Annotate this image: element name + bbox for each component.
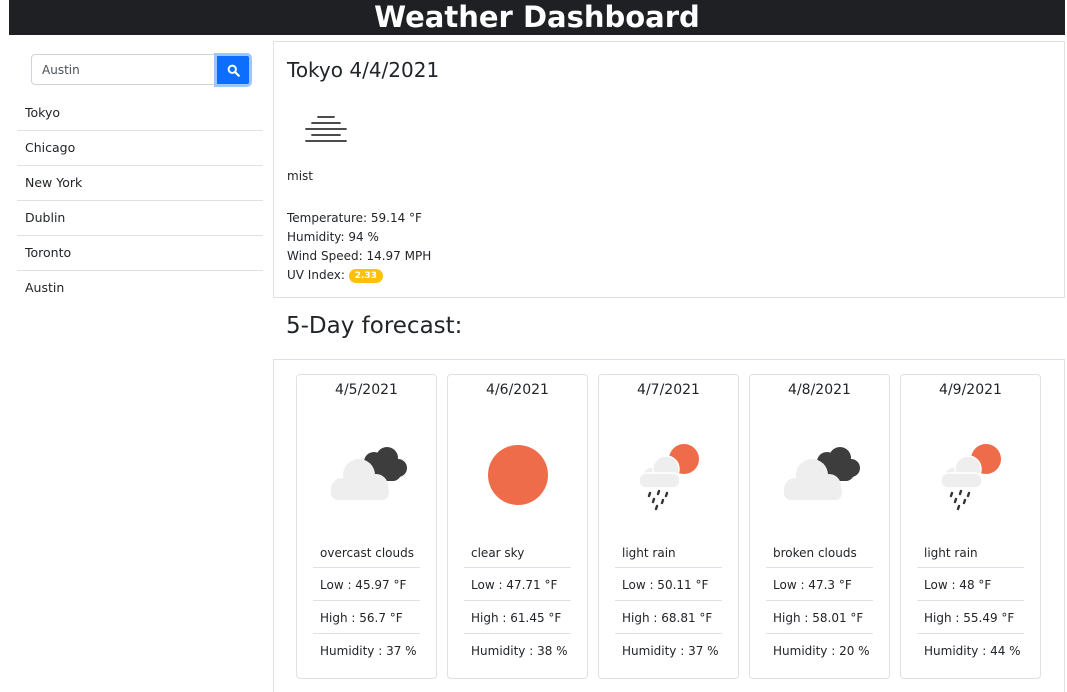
history-item-chicago[interactable]: Chicago (17, 131, 263, 166)
forecast-high: High : 68.81 °F (615, 601, 722, 634)
search-button[interactable] (214, 53, 252, 87)
forecast-low: Low : 48 °F (917, 568, 1024, 601)
forecast-high: High : 55.49 °F (917, 601, 1024, 634)
forecast-low: Low : 47.71 °F (464, 568, 571, 601)
forecast-high: High : 56.7 °F (313, 601, 420, 634)
forecast-heading: 5-Day forecast: (286, 313, 463, 339)
history-item-dublin[interactable]: Dublin (17, 201, 263, 236)
forecast-panel: 4/5/2021 overcast clouds Low : 45.97 °F … (273, 359, 1065, 692)
forecast-description: light rain (615, 536, 722, 568)
forecast-card-day-1: 4/5/2021 overcast clouds Low : 45.97 °F … (296, 374, 437, 679)
history-item-austin[interactable]: Austin (17, 271, 263, 306)
forecast-details: overcast clouds Low : 45.97 °F High : 56… (313, 536, 420, 667)
clear-sky-icon (488, 445, 548, 505)
search-icon (227, 64, 240, 77)
forecast-details: broken clouds Low : 47.3 °F High : 58.01… (766, 536, 873, 667)
current-wind-speed: Wind Speed: 14.97 MPH (287, 249, 432, 263)
forecast-card-day-3: 4/7/2021 light rain Low : 50.11 °F High … (598, 374, 739, 679)
forecast-date: 4/6/2021 (486, 382, 549, 398)
forecast-description: overcast clouds (313, 536, 420, 568)
app-title: Weather Dashboard (374, 0, 700, 34)
history-item-tokyo[interactable]: Tokyo (17, 96, 263, 131)
current-city-date: Tokyo 4/4/2021 (287, 58, 440, 82)
forecast-low: Low : 50.11 °F (615, 568, 722, 601)
forecast-card-day-2: 4/6/2021 clear sky Low : 47.71 °F High :… (447, 374, 588, 679)
forecast-date: 4/8/2021 (788, 382, 851, 398)
forecast-card-day-4: 4/8/2021 broken clouds Low : 47.3 °F Hig… (749, 374, 890, 679)
history-item-toronto[interactable]: Toronto (17, 236, 263, 271)
forecast-details: light rain Low : 48 °F High : 55.49 °F H… (917, 536, 1024, 667)
forecast-description: clear sky (464, 536, 571, 568)
light-rain-icon (940, 444, 1001, 511)
overcast-clouds-icon (331, 447, 407, 500)
history-item-new-york[interactable]: New York (17, 166, 263, 201)
current-temperature: Temperature: 59.14 °F (287, 211, 422, 225)
city-search-input[interactable] (31, 54, 215, 85)
forecast-high: High : 58.01 °F (766, 601, 873, 634)
current-weather-card: Tokyo 4/4/2021 mist Temperature: 59.14 °… (273, 41, 1065, 298)
forecast-low: Low : 45.97 °F (313, 568, 420, 601)
uv-index-badge: 2.33 (348, 269, 383, 283)
current-description: mist (287, 169, 313, 183)
forecast-description: broken clouds (766, 536, 873, 568)
current-humidity: Humidity: 94 % (287, 230, 379, 244)
current-uv-row: UV Index: 2.33 (287, 268, 383, 283)
forecast-humidity: Humidity : 37 % (320, 644, 417, 658)
forecast-date: 4/7/2021 (637, 382, 700, 398)
search-history-list: Tokyo Chicago New York Dublin Toronto Au… (17, 96, 263, 306)
app-header: Weather Dashboard (9, 0, 1065, 35)
uv-label: UV Index: (287, 268, 345, 282)
forecast-date: 4/9/2021 (939, 382, 1002, 398)
forecast-description: light rain (917, 536, 1024, 568)
forecast-details: light rain Low : 50.11 °F High : 68.81 °… (615, 536, 722, 667)
mist-icon (305, 116, 347, 142)
forecast-details: clear sky Low : 47.71 °F High : 61.45 °F… (464, 536, 571, 667)
forecast-humidity: Humidity : 44 % (924, 644, 1021, 658)
forecast-humidity: Humidity : 37 % (622, 644, 719, 658)
broken-clouds-icon (784, 447, 860, 500)
forecast-humidity: Humidity : 38 % (471, 644, 568, 658)
forecast-low: Low : 47.3 °F (766, 568, 873, 601)
light-rain-icon (638, 444, 699, 511)
forecast-date: 4/5/2021 (335, 382, 398, 398)
forecast-humidity: Humidity : 20 % (773, 644, 870, 658)
forecast-card-day-5: 4/9/2021 light rain Low : 48 °F High : 5… (900, 374, 1041, 679)
forecast-high: High : 61.45 °F (464, 601, 571, 634)
